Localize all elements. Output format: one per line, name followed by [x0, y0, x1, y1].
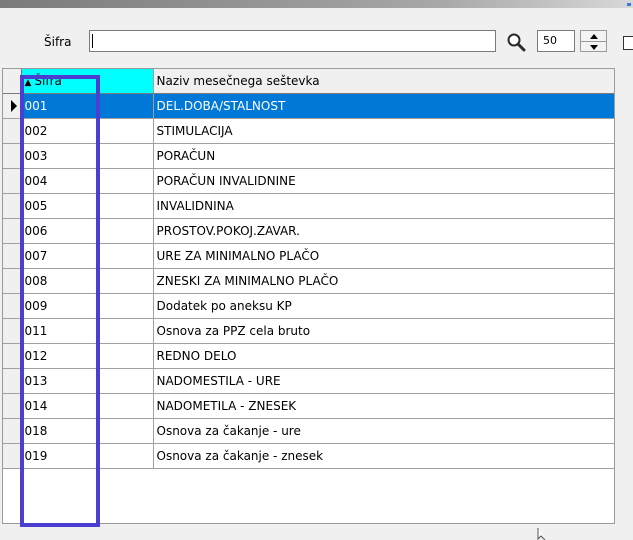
table-row[interactable]: 004 PORAČUN INVALIDNINE: [3, 168, 614, 194]
cell-code[interactable]: 012: [21, 343, 154, 369]
row-indicator[interactable]: [3, 93, 22, 119]
row-indicator[interactable]: [3, 318, 22, 344]
table-row[interactable]: 019 Osnova za čakanje - znesek: [3, 443, 614, 469]
row-indicator[interactable]: [3, 168, 22, 194]
search-icon[interactable]: [506, 32, 526, 52]
cell-name[interactable]: Dodatek po aneksu KP: [153, 293, 614, 319]
table-row[interactable]: 013 NADOMESTILA - URE: [3, 368, 614, 394]
filter-bar: Šifra 50: [0, 26, 633, 56]
grid-header-row: ▲ Šifra Naziv mesečnega seštevka: [3, 69, 614, 94]
text-caret: [92, 34, 93, 48]
table-row[interactable]: 005 INVALIDNINA: [3, 193, 614, 219]
row-indicator[interactable]: [3, 268, 22, 294]
table-row[interactable]: 011 Osnova za PPZ cela bruto: [3, 318, 614, 344]
cell-code[interactable]: 006: [21, 218, 154, 244]
cell-name[interactable]: Osnova za PPZ cela bruto: [153, 318, 614, 344]
sort-ascending-icon: ▲: [24, 77, 32, 88]
cell-code[interactable]: 007: [21, 243, 154, 269]
column-header-code[interactable]: ▲ Šifra: [21, 69, 154, 94]
table-row[interactable]: 012 REDNO DELO: [3, 343, 614, 369]
cell-name[interactable]: STIMULACIJA: [153, 118, 614, 144]
page-size-spinner[interactable]: [580, 30, 607, 52]
row-indicator[interactable]: [3, 243, 22, 269]
page-size-input[interactable]: 50: [537, 30, 575, 52]
cell-code[interactable]: 002: [21, 118, 154, 144]
row-indicator[interactable]: [3, 343, 22, 369]
row-indicator[interactable]: [3, 143, 22, 169]
cell-code[interactable]: 004: [21, 168, 154, 194]
filter-label: Šifra: [44, 35, 72, 49]
table-row[interactable]: 001 DEL.DOBA/STALNOST: [3, 93, 614, 119]
cell-name[interactable]: NADOMESTILA - URE: [153, 368, 614, 394]
scroll-marker: [627, 3, 631, 6]
grid-body: 001 DEL.DOBA/STALNOST 002 STIMULACIJA 003 POR…: [3, 93, 614, 469]
cell-code[interactable]: 003: [21, 143, 154, 169]
cell-code[interactable]: 009: [21, 293, 154, 319]
cell-name[interactable]: ZNESKI ZA MINIMALNO PLAČO: [153, 268, 614, 294]
row-indicator[interactable]: [3, 218, 22, 244]
cell-code[interactable]: 005: [21, 193, 154, 219]
cell-name[interactable]: NADOMETILA - ZNESEK: [153, 393, 614, 419]
cell-name[interactable]: REDNO DELO: [153, 343, 614, 369]
row-indicator[interactable]: [3, 418, 22, 444]
table-row[interactable]: 006 PROSTOV.POKOJ.ZAVAR.: [3, 218, 614, 244]
cell-name[interactable]: DEL.DOBA/STALNOST: [153, 93, 614, 119]
row-indicator[interactable]: [3, 118, 22, 144]
data-grid[interactable]: ▲ Šifra Naziv mesečnega seštevka 001 DEL.D…: [2, 68, 615, 524]
cell-name[interactable]: Osnova za čakanje - znesek: [153, 443, 614, 469]
row-indicator-icon: [11, 99, 17, 112]
cell-code[interactable]: 019: [21, 443, 154, 469]
cell-code[interactable]: 013: [21, 368, 154, 394]
table-row[interactable]: 008 ZNESKI ZA MINIMALNO PLAČO: [3, 268, 614, 294]
cell-code[interactable]: 011: [21, 318, 154, 344]
window-top-bar: [0, 0, 633, 8]
cell-name[interactable]: INVALIDNINA: [153, 193, 614, 219]
table-row[interactable]: 007 URE ZA MINIMALNO PLAČO: [3, 243, 614, 269]
cell-name[interactable]: PROSTOV.POKOJ.ZAVAR.: [153, 218, 614, 244]
cell-code[interactable]: 001: [21, 93, 154, 119]
column-header-name[interactable]: Naziv mesečnega seštevka: [153, 69, 614, 94]
table-row[interactable]: 018 Osnova za čakanje - ure: [3, 418, 614, 444]
row-indicator[interactable]: [3, 443, 22, 469]
cell-name[interactable]: URE ZA MINIMALNO PLAČO: [153, 243, 614, 269]
cell-code[interactable]: 018: [21, 418, 154, 444]
row-indicator[interactable]: [3, 193, 22, 219]
option-checkbox[interactable]: [623, 36, 633, 50]
cell-name[interactable]: Osnova za čakanje - ure: [153, 418, 614, 444]
table-row[interactable]: 014 NADOMETILA - ZNESEK: [3, 393, 614, 419]
cell-code[interactable]: 014: [21, 393, 154, 419]
row-indicator-header: [3, 69, 22, 94]
filter-input[interactable]: [89, 30, 496, 52]
spinner-up-icon[interactable]: [581, 31, 606, 41]
cell-name[interactable]: PORAČUN INVALIDNINE: [153, 168, 614, 194]
table-row[interactable]: 002 STIMULACIJA: [3, 118, 614, 144]
column-header-code-label: Šifra: [34, 73, 62, 88]
row-indicator[interactable]: [3, 293, 22, 319]
cell-name[interactable]: PORAČUN: [153, 143, 614, 169]
mouse-cursor-icon: [537, 528, 546, 540]
table-row[interactable]: 009 Dodatek po aneksu KP: [3, 293, 614, 319]
row-indicator[interactable]: [3, 368, 22, 394]
spinner-down-icon[interactable]: [581, 41, 606, 52]
row-indicator[interactable]: [3, 393, 22, 419]
table-row[interactable]: 003 PORAČUN: [3, 143, 614, 169]
cell-code[interactable]: 008: [21, 268, 154, 294]
